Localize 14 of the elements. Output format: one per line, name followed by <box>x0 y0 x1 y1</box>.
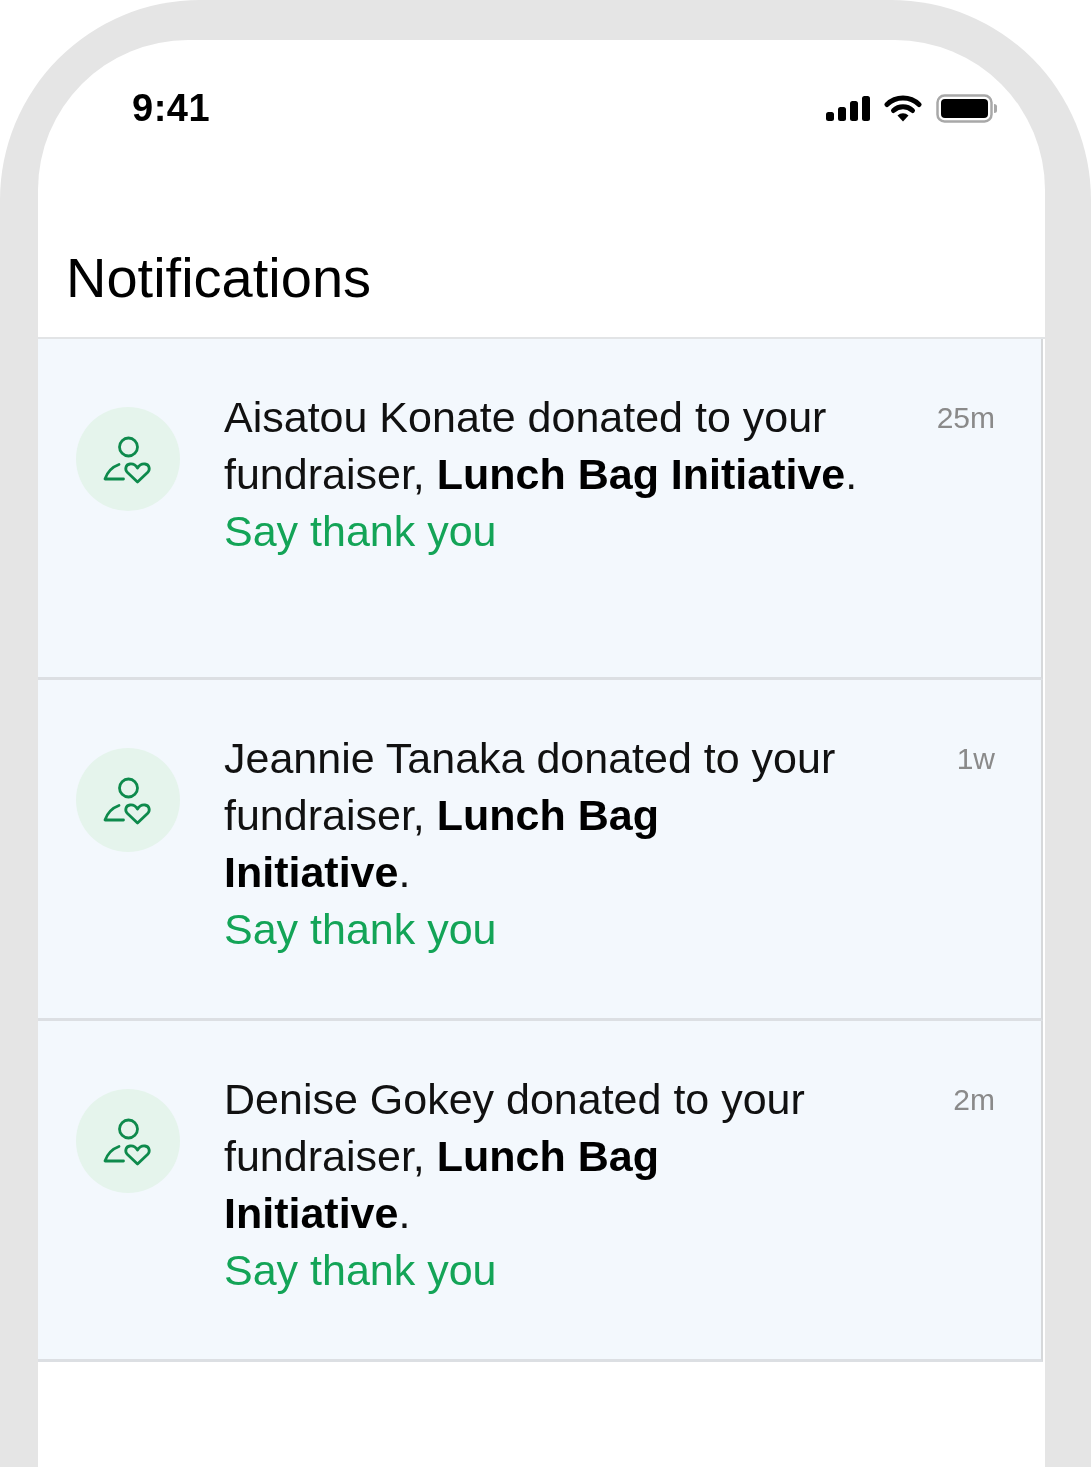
signal-icon <box>826 95 870 121</box>
battery-icon <box>936 93 998 123</box>
status-time: 9:41 <box>132 86 211 130</box>
notification-card[interactable]: Denise Gokey donated to your fundraiser, Lunch Bag Initiative. Say thank you 2m <box>38 1021 1043 1362</box>
timestamp: 1w <box>956 741 995 777</box>
page-title: Notifications <box>66 250 372 306</box>
notification-message: Jeannie Tanaka donated to your fundraiser, Lunch Bag Initiative. <box>224 733 836 898</box>
notification-card[interactable]: Jeannie Tanaka donated to your fundraiser, Lunch Bag Initiative. Say thank you 1w <box>38 680 1043 1021</box>
notification-message: Denise Gokey donated to your fundraiser, Lunch Bag Initiative. <box>224 1074 805 1239</box>
wifi-icon <box>884 94 922 122</box>
timestamp: 25m <box>936 400 995 436</box>
timestamp: 2m <box>953 1082 995 1118</box>
notification-card[interactable]: Aisatou Konate donated to your fundraiser, Lunch Bag Initiative. Say thank you 25m <box>38 339 1043 680</box>
notification-message: Aisatou Konate donated to your fundraiser, Lunch Bag Initiative. <box>224 392 858 500</box>
